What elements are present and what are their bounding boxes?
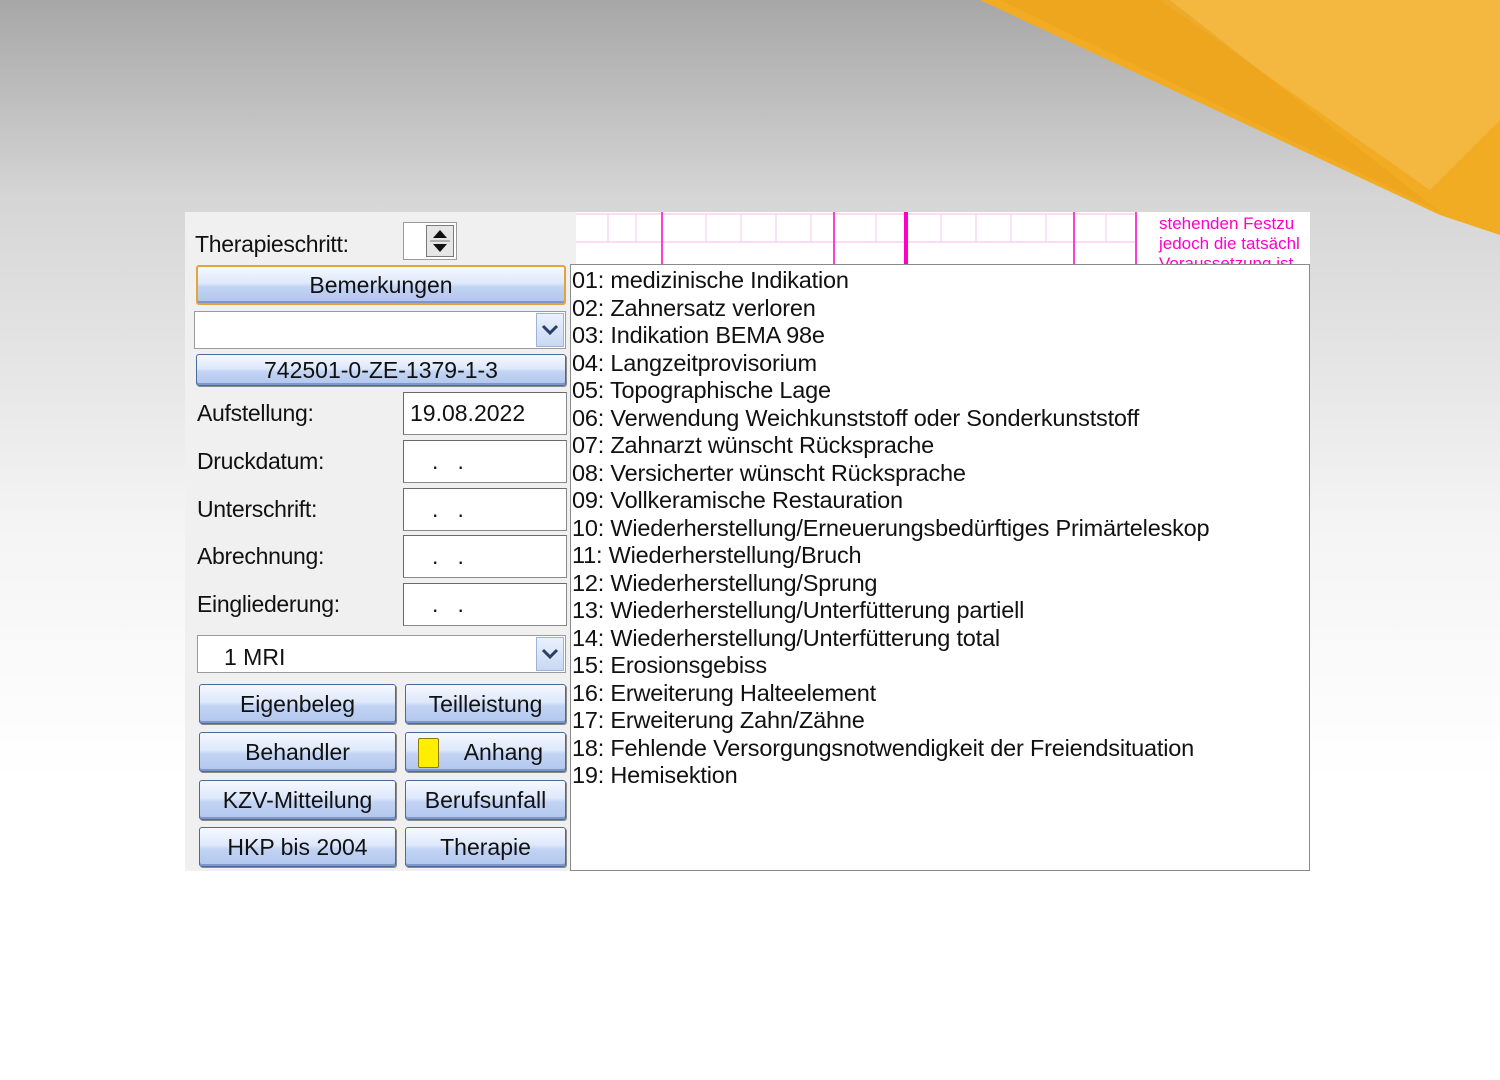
kzv-mitteilung-button[interactable]: KZV-Mitteilung: [199, 780, 396, 820]
left-form-column: Therapieschritt: Bemerkungen 742501-0-ZE…: [185, 212, 570, 871]
druckdatum-field[interactable]: . .: [403, 440, 567, 483]
druckdatum-label: Druckdatum:: [197, 448, 325, 474]
remark-combo[interactable]: [194, 311, 566, 349]
teilleistung-button[interactable]: Teilleistung: [405, 684, 566, 724]
list-item[interactable]: 08: Versicherter wünscht Rücksprache: [572, 460, 966, 487]
list-item[interactable]: 18: Fehlende Versorgungsnotwendigkeit de…: [572, 735, 1194, 762]
behandler-button[interactable]: Behandler: [199, 732, 396, 772]
list-item[interactable]: 11: Wiederherstellung/Bruch: [572, 542, 862, 569]
berufsunfall-button[interactable]: Berufsunfall: [405, 780, 566, 820]
hkp-bis-2004-button[interactable]: HKP bis 2004: [199, 827, 396, 867]
list-item[interactable]: 06: Verwendung Weichkunststoff oder Sond…: [572, 405, 1139, 432]
therapieschritt-spinner[interactable]: [403, 222, 457, 260]
unterschrift-label: Unterschrift:: [197, 496, 318, 522]
list-item[interactable]: 12: Wiederherstellung/Sprung: [572, 570, 878, 597]
schedule-strip: stehenden Festzu jedoch die tatsächl Vor…: [576, 212, 1310, 264]
abrechnung-field[interactable]: . .: [403, 535, 567, 578]
list-item[interactable]: 16: Erweiterung Halteelement: [572, 680, 876, 707]
indication-dropdown-list[interactable]: 01: medizinische Indikation 02: Zahnersa…: [570, 264, 1310, 871]
unterschrift-field[interactable]: . .: [403, 488, 567, 531]
list-item[interactable]: 01: medizinische Indikation: [572, 267, 849, 294]
list-item[interactable]: 07: Zahnarzt wünscht Rücksprache: [572, 432, 934, 459]
therapie-button[interactable]: Therapie: [405, 827, 566, 867]
list-item[interactable]: 05: Topographische Lage: [572, 377, 831, 404]
plan-id-label: 742501-0-ZE-1379-1-3: [264, 356, 498, 383]
bemerkungen-label: Bemerkungen: [309, 271, 453, 298]
aufstellung-label: Aufstellung:: [197, 400, 314, 426]
therapieschritt-label: Therapieschritt:: [195, 231, 349, 257]
list-item[interactable]: 17: Erweiterung Zahn/Zähne: [572, 707, 865, 734]
plan-id-button[interactable]: 742501-0-ZE-1379-1-3: [196, 354, 566, 386]
mri-combo-value: 1 MRI: [224, 644, 286, 670]
list-item[interactable]: 09: Vollkeramische Restauration: [572, 487, 903, 514]
bemerkungen-button[interactable]: Bemerkungen: [196, 265, 566, 305]
strip-text-line3: Voraussetzung ist: [1159, 254, 1294, 264]
list-item[interactable]: 14: Wiederherstellung/Unterfütterung tot…: [572, 625, 1000, 652]
mri-combo[interactable]: 1 MRI: [197, 635, 566, 673]
list-item[interactable]: 10: Wiederherstellung/Erneuerungsbedürft…: [572, 515, 1210, 542]
eingliederung-field[interactable]: . .: [403, 583, 567, 626]
list-item[interactable]: 19: Hemisektion: [572, 762, 738, 789]
aufstellung-field[interactable]: 19.08.2022: [403, 392, 567, 435]
eingliederung-label: Eingliederung:: [197, 591, 340, 617]
anhang-button[interactable]: Anhang: [405, 732, 566, 772]
list-item[interactable]: 15: Erosionsgebiss: [572, 652, 767, 679]
chevron-down-icon[interactable]: [536, 637, 564, 671]
abrechnung-label: Abrechnung:: [197, 543, 325, 569]
list-item[interactable]: 03: Indikation BEMA 98e: [572, 322, 825, 349]
dialog-panel: stehenden Festzu jedoch die tatsächl Vor…: [185, 212, 1310, 871]
up-down-arrows-icon[interactable]: [426, 225, 454, 257]
list-item[interactable]: 04: Langzeitprovisorium: [572, 350, 817, 377]
yellow-note-icon: [418, 738, 439, 768]
list-item[interactable]: 13: Wiederherstellung/Unterfütterung par…: [572, 597, 1024, 624]
chevron-down-icon[interactable]: [536, 313, 564, 347]
eigenbeleg-button[interactable]: Eigenbeleg: [199, 684, 396, 724]
list-item[interactable]: 02: Zahnersatz verloren: [572, 295, 816, 322]
strip-text-line1: stehenden Festzu: [1159, 214, 1295, 233]
anhang-label: Anhang: [463, 738, 543, 765]
strip-text-line2: jedoch die tatsächl: [1159, 234, 1300, 253]
